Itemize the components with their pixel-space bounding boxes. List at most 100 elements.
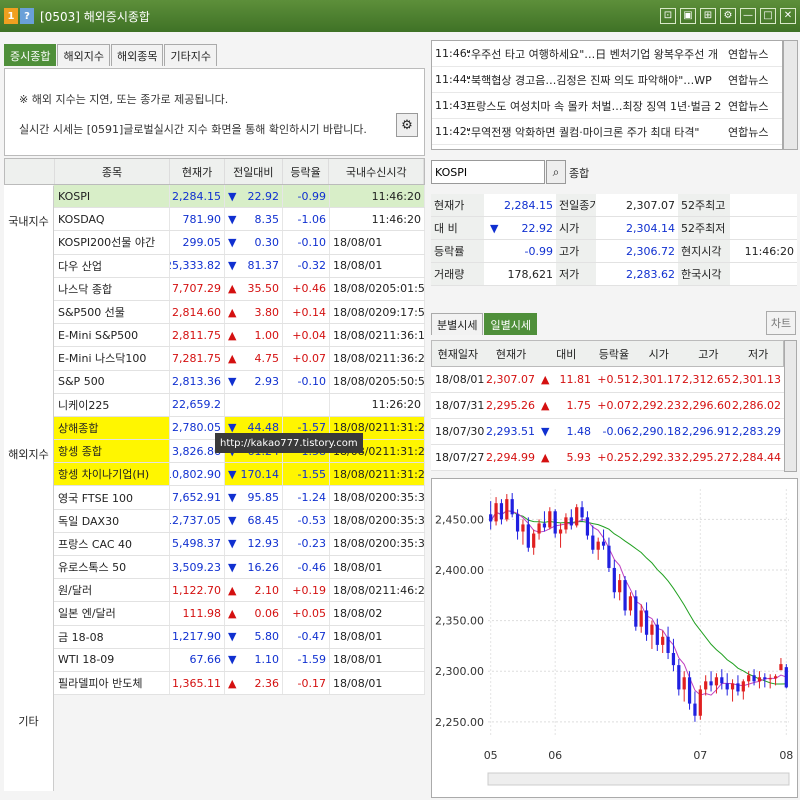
daily-open: 2,292.33 — [632, 451, 681, 464]
y-tick-label: 2,450.00 — [435, 513, 484, 526]
print-icon[interactable]: ▣ — [680, 8, 696, 24]
row-name[interactable]: E-Mini 나스닥100 — [54, 347, 170, 370]
row-name[interactable]: 항셍 종합 — [54, 440, 170, 463]
row-name[interactable]: KOSPI200선물 야간 — [54, 231, 170, 254]
row-name[interactable]: KOSDAQ — [54, 208, 170, 231]
candle-body — [639, 610, 643, 627]
row-price: 2,813.36 — [170, 370, 225, 393]
daily-scrollbar[interactable] — [784, 340, 797, 472]
table-row[interactable]: S&P 500 2,813.36 ▼ 2.93 -0.10 18/08/02 05:50:5… — [4, 370, 425, 394]
row-name[interactable]: 필라델피아 반도체 — [54, 671, 170, 695]
news-item[interactable]: 11:43: 프랑스도 여성치마 속 몰카 처벌…최장 징역 1년·벌금 2 연합뉴… — [432, 93, 782, 119]
row-price: 25,333.82 — [170, 254, 225, 277]
table-row[interactable]: 항셍 차이나기업(H) 10,802.90 ▼ 170.14 -1.55 18/08/02… — [4, 463, 425, 487]
minimize-icon[interactable]: — — [740, 8, 756, 24]
row-name[interactable]: 독일 DAX30 — [54, 509, 170, 532]
row-name[interactable]: 항셍 차이나기업(H) — [54, 463, 170, 486]
row-rate: +0.19 — [283, 579, 330, 602]
row-name[interactable]: 원/달러 — [54, 579, 170, 602]
row-name[interactable]: 금 18-08 — [54, 625, 170, 648]
news-title[interactable]: 프랑스도 여성치마 속 몰카 처벌…최장 징역 1년·벌금 2 — [466, 98, 724, 114]
tab-daily-quotes[interactable]: 일별시세 — [484, 313, 537, 335]
row-name[interactable]: 다우 산업 — [54, 254, 170, 277]
row-change-value: 22.92 — [247, 189, 280, 203]
table-row[interactable]: E-Mini S&P500 2,811.75 ▲ 1.00 +0.04 18/08/02 1… — [4, 324, 425, 348]
daily-row[interactable]: 18/08/01 2,307.07 ▲ 11.81 +0.51 2,301.17 2,312… — [431, 367, 784, 393]
table-row[interactable]: KOSPI 2,284.15 ▼ 22.92 -0.99 11:46:20 — [4, 185, 425, 209]
table-row[interactable]: 영국 FTSE 100 7,652.91 ▼ 95.85 -1.24 18/08/02 00… — [4, 486, 425, 510]
search-icon[interactable]: ⌕ — [546, 160, 566, 184]
left-tabs: 증시종합 해외지수 해외종목 기타지수 — [4, 44, 218, 66]
table-row[interactable]: WTI 18-09 67.66 ▼ 1.10 -1.59 18/08/01 — [4, 648, 425, 672]
daily-row[interactable]: 18/07/30 2,293.51 ▼ 1.48 -0.06 2,290.18 2,296.… — [431, 419, 784, 445]
candle-body — [499, 503, 504, 520]
table-row[interactable]: 필라델피아 반도체 1,365.11 ▲ 2.36 -0.17 18/08/01 — [4, 671, 425, 696]
row-name[interactable]: E-Mini S&P500 — [54, 324, 170, 347]
row-name[interactable]: 영국 FTSE 100 — [54, 486, 170, 509]
candle-body — [687, 677, 692, 704]
quote-label: 현재가 — [431, 194, 484, 216]
tab-overseas-stock[interactable]: 해외종목 — [110, 44, 164, 66]
table-row[interactable]: 나스닥 종합 7,707.29 ▲ 35.50 +0.46 18/08/02 05:01:5… — [4, 277, 425, 301]
row-name[interactable]: 나스닥 종합 — [54, 277, 170, 300]
tab-market-summary[interactable]: 증시종합 — [4, 44, 57, 66]
news-title[interactable]: "무역전쟁 악화하면 퀄컴·마이크론 주가 최대 타격" — [466, 124, 724, 140]
row-name[interactable]: 유로스톡스 50 — [54, 556, 170, 579]
table-row[interactable]: E-Mini 나스닥100 7,281.75 ▲ 4.75 +0.07 18/08/02 1… — [4, 347, 425, 371]
tab-minute-quotes[interactable]: 분별시세 — [431, 313, 484, 335]
row-date: 18/08/02 — [333, 351, 383, 365]
row-name[interactable]: KOSPI — [54, 185, 170, 208]
news-item[interactable]: 11:46: "우주선 타고 여행하세요"…日 벤처기업 왕복우주선 개 연합뉴스 — [432, 41, 782, 67]
table-row[interactable]: 독일 DAX30 12,737.05 ▼ 68.45 -0.53 18/08/02 00:3… — [4, 509, 425, 533]
symbol-search-input[interactable] — [431, 160, 545, 184]
row-price: 10,802.90 — [170, 463, 225, 486]
table-row[interactable]: 프랑스 CAC 40 5,498.37 ▼ 12.93 -0.23 18/08/02 00:… — [4, 532, 425, 556]
daily-row[interactable]: 18/07/27 2,294.99 ▲ 5.93 +0.25 2,292.33 2,295.… — [431, 445, 784, 471]
up-arrow-icon: ▲ — [541, 399, 550, 412]
news-title[interactable]: "우주선 타고 여행하세요"…日 벤처기업 왕복우주선 개 — [466, 46, 724, 62]
help-badge[interactable]: ? — [20, 8, 34, 24]
settings-icon[interactable]: ⚙ — [720, 8, 736, 24]
chart-button[interactable]: 차트 — [766, 311, 796, 335]
table-row[interactable]: KOSDAQ 781.90 ▼ 8.35 -1.06 11:46:20 — [4, 208, 425, 232]
row-date: 18/08/01 — [333, 653, 383, 667]
maximize-icon[interactable]: □ — [760, 8, 776, 24]
table-row[interactable]: 원/달러1,122.70▲ 2.10+0.1918/08/0211:46:20 — [4, 579, 425, 603]
x-tick-label: 07 — [693, 749, 707, 762]
news-item[interactable]: 11:44: "북핵협상 경고음…김정은 진짜 의도 파악해야"…WP 연합뉴스 — [432, 67, 782, 93]
settings-gear-icon[interactable]: ⚙ — [396, 113, 418, 137]
news-list: 11:46: "우주선 타고 여행하세요"…日 벤처기업 왕복우주선 개 연합뉴스 1… — [431, 40, 783, 150]
table-row[interactable]: 일본 엔/달러 111.98 ▲ 0.06 +0.05 18/08/02 — [4, 602, 425, 626]
screen-number-badge[interactable]: 1 — [4, 8, 18, 24]
layout-icon[interactable]: ⊞ — [700, 8, 716, 24]
row-name[interactable]: S&P 500 — [54, 370, 170, 393]
table-row[interactable]: 금 18-08 1,217.90 ▼ 5.80 -0.47 18/08/01 — [4, 625, 425, 649]
tab-other-index[interactable]: 기타지수 — [164, 44, 217, 66]
quote-label: 등락률 — [431, 240, 484, 262]
daily-row[interactable]: 18/07/31 2,295.26 ▲ 1.75 +0.07 2,292.23 2,296.… — [431, 393, 784, 419]
tab-overseas-index[interactable]: 해외지수 — [57, 44, 110, 66]
row-name[interactable]: 니케이225 — [54, 393, 170, 416]
row-time: 18/08/01 — [330, 625, 425, 648]
table-row[interactable]: 유로스톡스 50 3,509.23 ▼ 16.26 -0.46 18/08/01 — [4, 556, 425, 580]
row-rate: -0.17 — [283, 671, 330, 695]
row-name[interactable]: WTI 18-09 — [54, 648, 170, 671]
title-bar: 1 ? [0503] 해외증시종합 ⊡ ▣ ⊞ ⚙ — □ ✕ — [0, 0, 800, 32]
news-title[interactable]: "북핵협상 경고음…김정은 진짜 의도 파악해야"…WP — [466, 72, 724, 88]
row-price: 2,284.15 — [170, 185, 225, 208]
daily-change: ▲ 11.81 — [538, 367, 594, 392]
table-row[interactable]: 다우 산업 25,333.82 ▼ 81.37 -0.32 18/08/01 — [4, 254, 425, 278]
row-name[interactable]: 프랑스 CAC 40 — [54, 532, 170, 555]
row-name[interactable]: 상해종합 — [54, 416, 170, 440]
table-row[interactable]: 니케이225 22,659.2 11:26:20 — [4, 393, 425, 417]
news-scrollbar[interactable] — [783, 40, 798, 150]
news-item[interactable]: 11:42: "무역전쟁 악화하면 퀄컴·마이크론 주가 최대 타격" 연합뉴스 — [432, 119, 782, 145]
price-chart[interactable]: 2,450.00 2,400.00 2,350.00 2,300.00 2,250.00… — [431, 478, 798, 798]
table-row[interactable]: KOSPI200선물 야간 299.05 ▼ 0.30 -0.10 18/08/01 — [4, 231, 425, 255]
row-time: 18/08/01 — [330, 671, 425, 695]
table-row[interactable]: S&P500 선물 2,814.60 ▲ 3.80 +0.14 18/08/02 09:17… — [4, 300, 425, 325]
close-icon[interactable]: ✕ — [780, 8, 796, 24]
link-icon[interactable]: ⊡ — [660, 8, 676, 24]
row-name[interactable]: 일본 엔/달러 — [54, 602, 170, 625]
row-name[interactable]: S&P500 선물 — [54, 300, 170, 324]
